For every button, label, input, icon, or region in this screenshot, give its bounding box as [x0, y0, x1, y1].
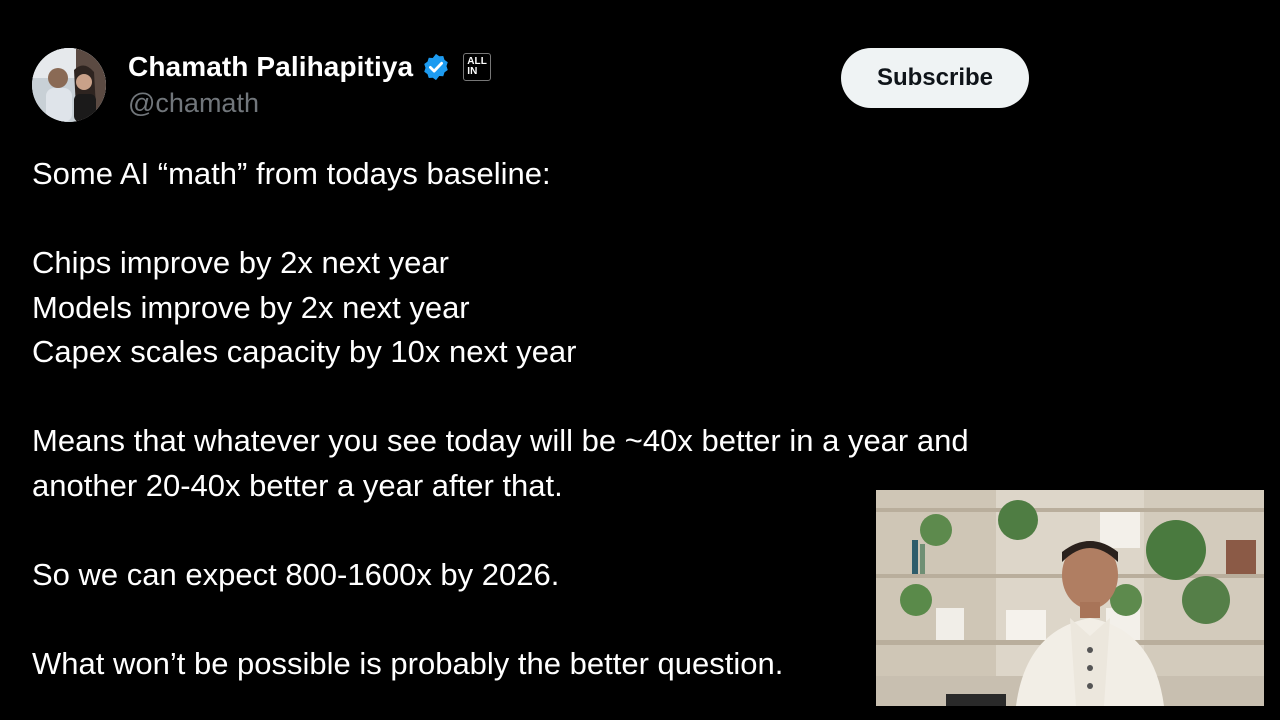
presenter-video-icon: [876, 490, 1264, 706]
post-line: Models improve by 2x next year: [32, 289, 470, 325]
verified-badge-icon: [421, 52, 451, 82]
webcam-overlay: [876, 490, 1264, 706]
post-line: Capex scales capacity by 10x next year: [32, 334, 577, 369]
post-line: Some AI “math” from todays baseline:: [32, 156, 551, 191]
author-avatar[interactable]: [32, 48, 106, 122]
post-line: Means that whatever you see today will b…: [32, 423, 969, 458]
post-line: Chips improve by 2x next year: [32, 245, 449, 280]
author-name[interactable]: Chamath Palihapitiya: [128, 51, 413, 83]
post-line: [32, 197, 1032, 242]
affiliation-badge-icon[interactable]: ALL IN: [463, 53, 492, 81]
badge-line-2: IN: [467, 66, 478, 77]
subscribe-button[interactable]: Subscribe: [841, 48, 1029, 108]
author-name-row[interactable]: Chamath Palihapitiya ALL IN: [128, 48, 492, 86]
author-handle[interactable]: @chamath: [128, 88, 259, 119]
post-line: [32, 375, 1032, 420]
avatar-photo-icon: [32, 48, 106, 122]
